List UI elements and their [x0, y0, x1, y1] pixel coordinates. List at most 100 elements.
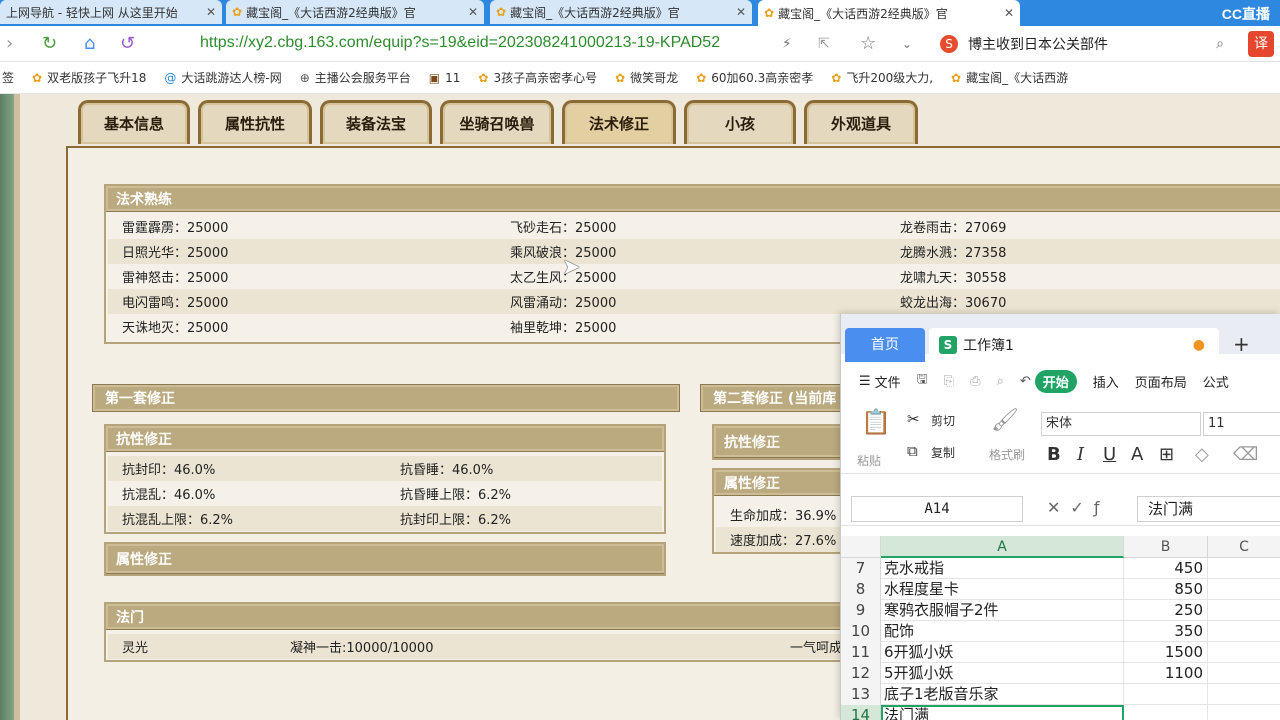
cell-b[interactable]: 850 — [1124, 579, 1208, 600]
url-field[interactable]: https://xy2.cbg.163.com/equip?s=19&eid=2… — [200, 34, 770, 52]
cell-c[interactable] — [1208, 600, 1280, 621]
cell-a[interactable]: 底子1老版音乐家 — [881, 684, 1124, 705]
row-number[interactable]: 12 — [841, 663, 881, 684]
menu-page-layout[interactable]: 页面布局 — [1135, 372, 1187, 391]
copy-icon[interactable]: ⧉ — [907, 442, 918, 460]
menu-icon[interactable]: ☰ — [859, 374, 871, 389]
save-icon[interactable]: 🖫 — [917, 370, 928, 392]
browser-tab[interactable]: 上网导航 - 轻快上网 从这里开始 ✕ — [0, 0, 222, 24]
close-icon[interactable]: ✕ — [1004, 6, 1014, 20]
bookmark-item[interactable]: ✿ 双老版孩子飞升18 — [32, 69, 146, 86]
cell-c[interactable] — [1208, 642, 1280, 663]
row-number[interactable]: 8 — [841, 579, 881, 600]
forward-icon[interactable]: › — [6, 33, 13, 54]
browser-tab[interactable]: ✿ 藏宝阁_《大话西游2经典版》官 ✕ — [490, 0, 752, 24]
tab-mounts-summons[interactable]: 坐骑召唤兽 — [440, 100, 554, 144]
cell-grid[interactable]: A B C 7 克水戒指 450 8 水程度星卡 850 9 寒鸦衣服帽子2件 … — [841, 536, 1280, 720]
star-icon[interactable]: ☆ — [860, 33, 876, 54]
border-icon[interactable]: ⊞ — [1159, 444, 1174, 465]
cell-a[interactable]: 6开狐小妖 — [881, 642, 1124, 663]
chevron-down-icon[interactable]: ⌄ — [902, 37, 912, 51]
preview-icon[interactable]: ⌕ — [997, 374, 1004, 389]
clear-icon[interactable]: ⌫ — [1233, 444, 1258, 465]
close-icon[interactable]: ✕ — [736, 5, 746, 19]
bookmark-item[interactable]: ✿ 飞升200级大力, — [831, 69, 933, 86]
tab-basic-info[interactable]: 基本信息 — [78, 100, 190, 144]
close-icon[interactable]: ✕ — [468, 5, 478, 19]
column-header-c[interactable]: C — [1208, 536, 1280, 558]
tab-appearance[interactable]: 外观道具 — [804, 100, 918, 144]
cell-b[interactable]: 450 — [1124, 558, 1208, 579]
translate-extension-icon[interactable]: 译 — [1248, 31, 1274, 57]
formula-input[interactable]: 法门满 — [1137, 496, 1280, 522]
tab-spell-correction[interactable]: 法术修正 — [562, 100, 676, 144]
row-number[interactable]: 14 — [841, 705, 881, 720]
share-icon[interactable]: ⇱ — [818, 36, 830, 52]
underline-icon[interactable]: U — [1103, 444, 1116, 465]
menu-insert[interactable]: 插入 — [1093, 372, 1119, 391]
cut-icon[interactable]: ✂ — [907, 410, 920, 428]
cell-b[interactable] — [1124, 684, 1208, 705]
bookmark-item[interactable]: ✿ 微笑哥龙 — [615, 69, 678, 86]
menu-start[interactable]: 开始 — [1034, 369, 1077, 393]
cell-name-box[interactable]: A14 — [851, 496, 1023, 522]
bookmark-item[interactable]: ▣ 11 — [429, 71, 461, 85]
search-icon[interactable]: ⌕ — [1216, 36, 1224, 52]
select-all-corner[interactable] — [841, 536, 881, 558]
bookmark-item[interactable]: ✿ 60加60.3高亲密孝 — [696, 69, 813, 86]
paste-icon[interactable]: 📋 — [861, 408, 891, 436]
column-header-b[interactable]: B — [1124, 536, 1208, 558]
undo-tab-icon[interactable]: ↺ — [120, 33, 135, 54]
cell-a[interactable]: 配饰 — [881, 621, 1124, 642]
cell-b[interactable]: 1100 — [1124, 663, 1208, 684]
cell-b[interactable] — [1124, 705, 1208, 720]
font-size-select[interactable]: 11 — [1203, 412, 1280, 436]
cell-c[interactable] — [1208, 663, 1280, 684]
row-number[interactable]: 9 — [841, 600, 881, 621]
refresh-icon[interactable]: ↻ — [42, 33, 57, 54]
row-number[interactable]: 11 — [841, 642, 881, 663]
bold-icon[interactable]: B — [1047, 444, 1061, 465]
row-number[interactable]: 10 — [841, 621, 881, 642]
bookmark-item[interactable]: ⊕ 主播公会服务平台 — [300, 69, 411, 86]
cell-a[interactable]: 寒鸦衣服帽子2件 — [881, 600, 1124, 621]
cell-c[interactable] — [1208, 684, 1280, 705]
document-tab[interactable]: S 工作簿1 ● — [929, 328, 1219, 362]
browser-tab-active[interactable]: ✿ 藏宝阁_《大话西游2经典版》官 ✕ — [758, 0, 1020, 26]
bookmark-item[interactable]: @ 大话跳游达人榜-网 — [164, 69, 281, 86]
cell-a[interactable]: 克水戒指 — [881, 558, 1124, 579]
cell-b[interactable]: 1500 — [1124, 642, 1208, 663]
bookmark-item[interactable]: ✿ 3孩子高亲密孝心号 — [478, 69, 597, 86]
cell-a[interactable]: 5开狐小妖 — [881, 663, 1124, 684]
row-number[interactable]: 13 — [841, 684, 881, 705]
browser-tab[interactable]: ✿ 藏宝阁_《大话西游2经典版》官 ✕ — [226, 0, 484, 24]
cut-label[interactable]: 剪切 — [931, 412, 955, 429]
bookmark-item[interactable]: ✿ 藏宝阁_《大话西游 — [951, 69, 1068, 86]
format-painter-label[interactable]: 格式刷 — [989, 446, 1025, 463]
print-icon[interactable]: ⎙ — [970, 374, 980, 389]
close-icon[interactable]: ✕ — [206, 5, 216, 19]
tab-attributes[interactable]: 属性抗性 — [198, 100, 312, 144]
format-painter-icon[interactable]: 🖌 — [991, 408, 1019, 433]
menu-file[interactable]: 文件 — [875, 372, 901, 391]
cell-c[interactable] — [1208, 558, 1280, 579]
lightning-icon[interactable]: ⚡ — [782, 36, 792, 52]
font-name-select[interactable]: 宋体 — [1041, 412, 1201, 436]
copy-label[interactable]: 复制 — [931, 444, 955, 461]
column-header-a[interactable]: A — [881, 536, 1124, 558]
paste-label[interactable]: 粘贴 — [857, 452, 881, 469]
cell-c[interactable] — [1208, 621, 1280, 642]
cell-a[interactable]: 水程度星卡 — [881, 579, 1124, 600]
row-number[interactable]: 7 — [841, 558, 881, 579]
search-box[interactable]: S 博主收到日本公关部件 ⌕ — [940, 31, 1240, 57]
cell-c[interactable] — [1208, 579, 1280, 600]
menu-formula[interactable]: 公式 — [1203, 372, 1229, 391]
home-tab[interactable]: 首页 — [845, 328, 925, 362]
cell-b[interactable]: 250 — [1124, 600, 1208, 621]
export-icon[interactable]: ⎘ — [944, 374, 954, 389]
font-color-icon[interactable]: A — [1131, 444, 1143, 465]
formula-actions-icon[interactable]: ✕✓ƒ — [1047, 498, 1109, 517]
undo-icon[interactable]: ↶ — [1020, 374, 1031, 389]
fill-color-icon[interactable]: ◇ — [1195, 444, 1209, 465]
cell-b[interactable]: 350 — [1124, 621, 1208, 642]
